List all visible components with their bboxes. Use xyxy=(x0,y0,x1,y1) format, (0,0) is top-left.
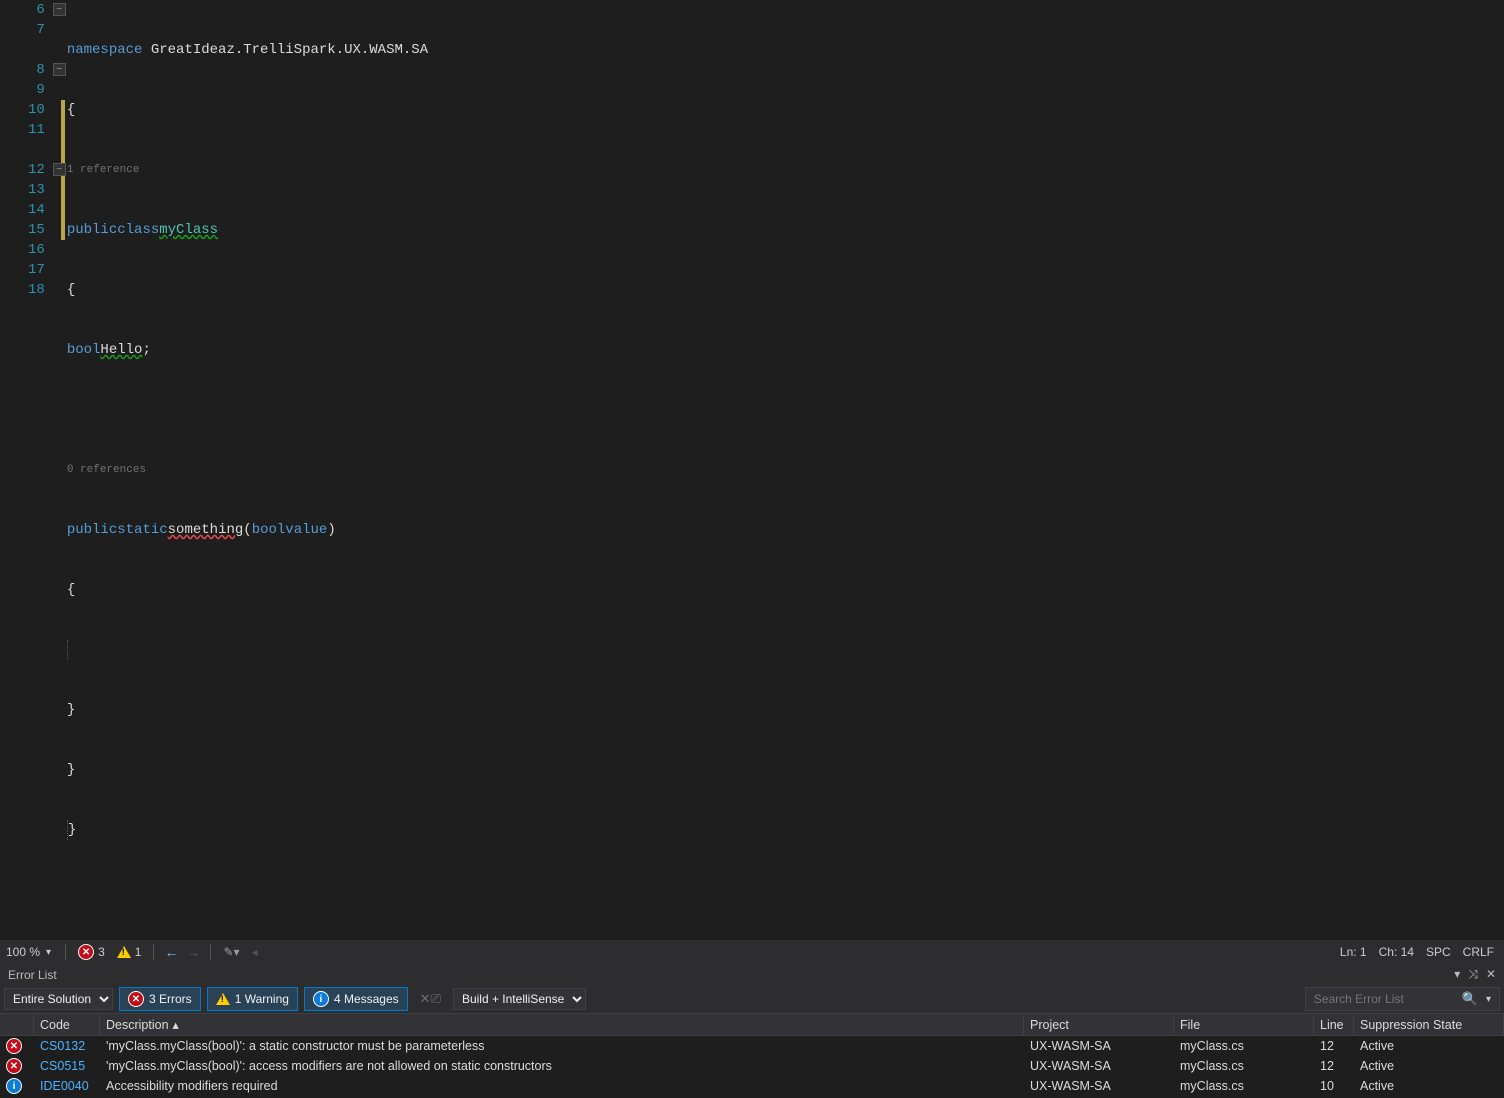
keyword: bool xyxy=(252,520,286,540)
error-description[interactable]: Make field readonly xyxy=(100,1096,1024,1098)
error-list-grid[interactable]: Code Description ▴ Project File Line Sup… xyxy=(0,1013,1504,1098)
codelens-references[interactable]: 1 reference xyxy=(67,160,1504,180)
search-input[interactable] xyxy=(1312,991,1456,1007)
error-icon: ✕ xyxy=(6,1058,22,1074)
file-cell[interactable]: myClass.cs xyxy=(1174,1096,1314,1098)
keyword: class xyxy=(117,220,159,240)
severity-cell[interactable]: i xyxy=(0,1076,34,1096)
state-cell: Active xyxy=(1354,1076,1504,1096)
col-header-file[interactable]: File xyxy=(1174,1013,1314,1036)
line-cell: 12 xyxy=(1314,1036,1354,1056)
fold-toggle[interactable]: − xyxy=(53,63,66,76)
panel-title-text: Error List xyxy=(8,968,57,982)
cursor-line: Ln: 1 xyxy=(1340,945,1367,959)
file-cell[interactable]: myClass.cs xyxy=(1174,1036,1314,1056)
search-box[interactable]: 🔍▾ xyxy=(1305,987,1500,1011)
field-name: Hello xyxy=(100,340,142,360)
tracking-options[interactable]: ✎▾ xyxy=(217,945,245,959)
class-name: myClass xyxy=(159,220,218,240)
panel-menu-icon[interactable]: ▾ xyxy=(1454,967,1460,982)
state-cell: Active xyxy=(1354,1036,1504,1056)
error-description[interactable]: 'myClass.myClass(bool)': a static constr… xyxy=(100,1036,1024,1056)
error-list-title-bar[interactable]: Error List ▾ ⤨ ✕ xyxy=(0,964,1504,985)
col-header-state[interactable]: Suppression State xyxy=(1354,1013,1504,1036)
error-description[interactable]: 'myClass.myClass(bool)': access modifier… xyxy=(100,1056,1024,1076)
project-cell: UX-WASM-SA xyxy=(1024,1056,1174,1076)
project-cell: UX-WASM-SA xyxy=(1024,1076,1174,1096)
error-code[interactable]: CS0515 xyxy=(34,1056,100,1076)
keyword: static xyxy=(117,520,167,540)
search-icon[interactable]: 🔍 xyxy=(1462,991,1478,1007)
line-cell: 10 xyxy=(1314,1076,1354,1096)
keyword: bool xyxy=(67,340,101,360)
errors-filter-button[interactable]: ✕3 Errors xyxy=(119,987,201,1011)
col-header-project[interactable]: Project xyxy=(1024,1013,1174,1036)
error-code[interactable]: IDE0044 xyxy=(34,1096,100,1098)
error-icon: ✕ xyxy=(78,944,94,960)
keyword: namespace xyxy=(67,40,143,60)
keyword: public xyxy=(67,220,117,240)
scroll-left[interactable]: ◂ xyxy=(246,945,264,959)
error-list-toolbar: Entire Solution ✕3 Errors 1 Warning i4 M… xyxy=(0,985,1504,1013)
code-area[interactable]: namespace GreatIdeaz.TrelliSpark.UX.WASM… xyxy=(67,0,1504,940)
fold-toggle[interactable]: − xyxy=(53,163,66,176)
info-icon: i xyxy=(313,991,329,1007)
warning-icon xyxy=(216,993,230,1005)
col-header-line[interactable]: Line xyxy=(1314,1013,1354,1036)
error-icon: ✕ xyxy=(128,991,144,1007)
keyword: public xyxy=(67,520,117,540)
nav-back-button[interactable]: ← xyxy=(160,944,182,960)
cursor-char: Ch: 14 xyxy=(1379,945,1414,959)
editor-margin: −−− xyxy=(59,0,67,940)
fold-toggle[interactable]: − xyxy=(53,3,66,16)
error-code[interactable]: CS0132 xyxy=(34,1036,100,1056)
error-description[interactable]: Accessibility modifiers required xyxy=(100,1076,1024,1096)
col-header-code[interactable]: Code xyxy=(34,1013,100,1036)
build-filter-selector[interactable]: Build + IntelliSense xyxy=(453,988,586,1010)
sort-asc-icon: ▴ xyxy=(173,1017,179,1032)
severity-cell[interactable]: i xyxy=(0,1096,34,1098)
error-code[interactable]: IDE0040 xyxy=(34,1076,100,1096)
messages-filter-button[interactable]: i4 Messages xyxy=(304,987,408,1011)
severity-cell[interactable]: ✕ xyxy=(0,1056,34,1076)
clear-filter-button[interactable]: ✕⎚ xyxy=(414,991,447,1007)
state-cell: Active xyxy=(1354,1096,1504,1098)
indent-mode[interactable]: SPC xyxy=(1426,945,1451,959)
col-header-description[interactable]: Description ▴ xyxy=(100,1013,1024,1036)
warning-icon xyxy=(117,946,131,958)
line-ending[interactable]: CRLF xyxy=(1463,945,1494,959)
info-icon: i xyxy=(6,1078,22,1094)
warning-count[interactable]: 1 xyxy=(111,945,148,959)
line-cell: 10 xyxy=(1314,1096,1354,1098)
scope-selector[interactable]: Entire Solution xyxy=(4,988,113,1010)
file-cell[interactable]: myClass.cs xyxy=(1174,1056,1314,1076)
severity-cell[interactable]: ✕ xyxy=(0,1036,34,1056)
error-count[interactable]: ✕3 xyxy=(72,944,111,960)
project-cell: UX-WASM-SA xyxy=(1024,1096,1174,1098)
col-header-icon[interactable] xyxy=(0,1013,34,1036)
error-icon: ✕ xyxy=(6,1038,22,1054)
method-name: something xyxy=(168,520,244,540)
zoom-level[interactable]: 100 %▾ xyxy=(0,945,59,959)
param-name: value xyxy=(285,520,327,540)
file-cell[interactable]: myClass.cs xyxy=(1174,1076,1314,1096)
project-cell: UX-WASM-SA xyxy=(1024,1036,1174,1056)
codelens-references[interactable]: 0 references xyxy=(67,460,1504,480)
line-number-gutter: 6789101112131415161718 xyxy=(0,0,59,940)
nav-forward-button[interactable]: → xyxy=(182,944,204,960)
namespace-name: GreatIdeaz.TrelliSpark.UX.WASM.SA xyxy=(151,40,428,60)
code-editor[interactable]: 6789101112131415161718 −−− namespace Gre… xyxy=(0,0,1504,940)
pin-icon[interactable]: ⤨ xyxy=(1468,967,1478,982)
state-cell: Active xyxy=(1354,1056,1504,1076)
line-cell: 12 xyxy=(1314,1056,1354,1076)
close-icon[interactable]: ✕ xyxy=(1486,967,1496,982)
warnings-filter-button[interactable]: 1 Warning xyxy=(207,987,298,1011)
editor-status-bar: 100 %▾ ✕3 1 ← → ✎▾ ◂ Ln: 1 Ch: 14 SPC CR… xyxy=(0,940,1504,964)
